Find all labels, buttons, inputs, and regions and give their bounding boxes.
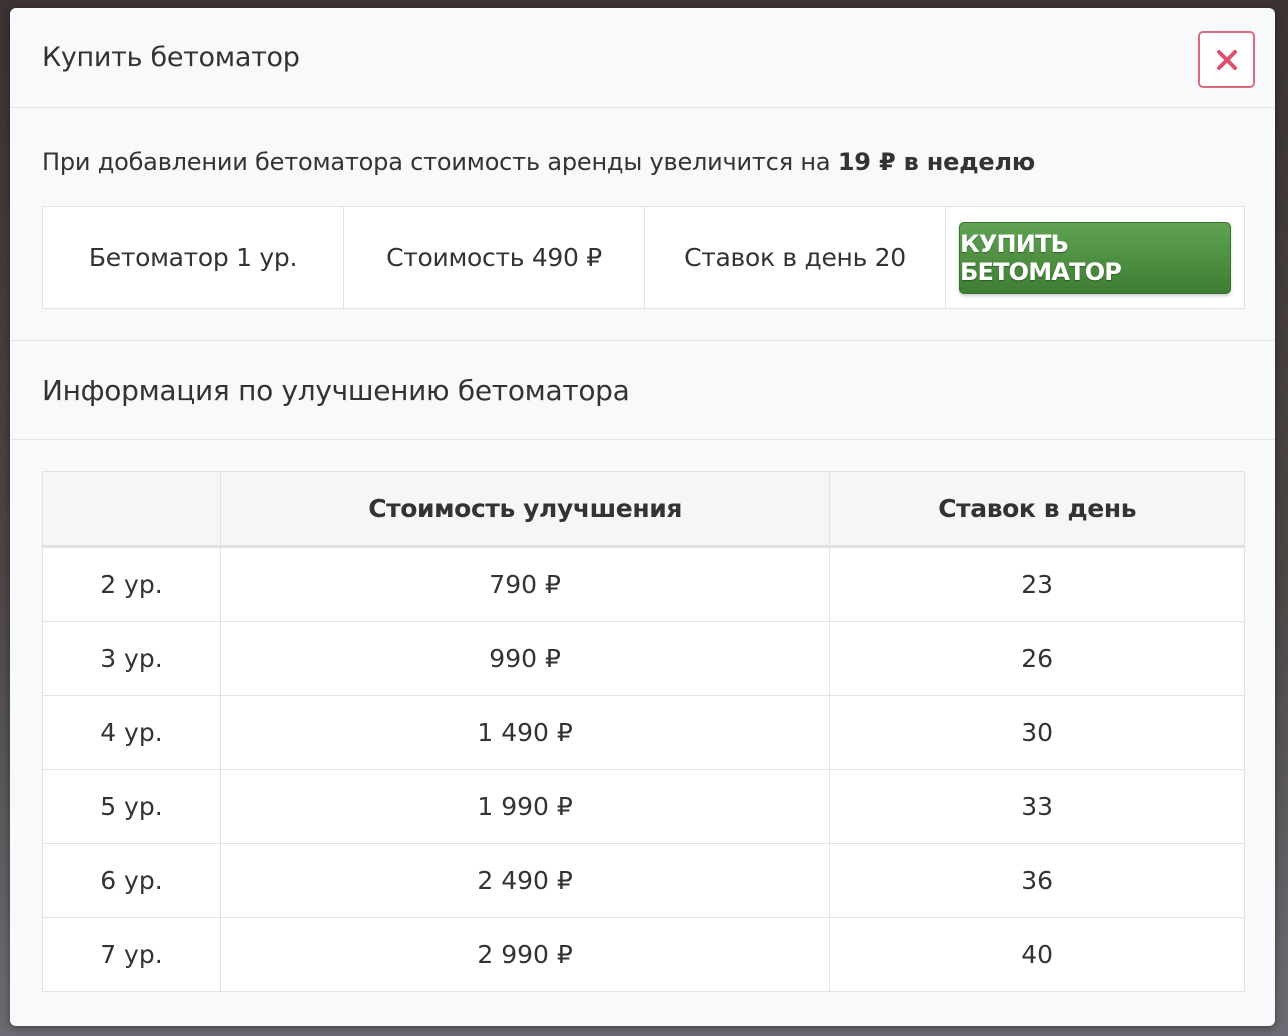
row-bets-per-day: 23 [829,546,1245,622]
row-level: 5 ур. [42,769,221,844]
table-row: 5 ур. 1 990 ₽ 33 [42,769,1245,844]
section-divider [10,340,1275,341]
modal-header: Купить бетоматор [10,8,1275,108]
upgrade-info-title: Информация по улучшению бетоматора [42,374,630,407]
row-bets-per-day: 36 [829,843,1245,918]
table-row: 3 ур. 990 ₽ 26 [42,621,1245,696]
header-level [42,471,221,548]
buy-mixer-button[interactable]: Купить бетоматор [959,221,1231,294]
header-bets-per-day: Ставок в день [829,471,1245,548]
table-row: 7 ур. 2 990 ₽ 40 [42,917,1245,992]
rent-increase-notice: При добавлении бетоматора стоимость арен… [42,148,1035,176]
row-bets-per-day: 33 [829,769,1245,844]
header-upgrade-cost: Стоимость улучшения [219,471,831,548]
row-level: 3 ур. [42,621,221,696]
buy-panel: Бетоматор 1 ур. Стоимость 490 ₽ Ставок в… [42,206,1245,309]
upgrade-table: Стоимость улучшения Ставок в день 2 ур. … [42,471,1245,992]
row-upgrade-cost: 1 990 ₽ [219,769,831,844]
section-divider [10,439,1275,440]
row-level: 4 ур. [42,695,221,770]
notice-amount: 19 ₽ в неделю [837,148,1035,176]
modal-title: Купить бетоматор [42,42,300,73]
mixer-cost: Стоимость 490 ₽ [344,207,645,308]
buy-concrete-mixer-modal: Купить бетоматор При добавлении бетомато… [10,8,1275,1026]
row-bets-per-day: 26 [829,621,1245,696]
row-upgrade-cost: 2 990 ₽ [219,917,831,992]
row-level: 7 ур. [42,917,221,992]
row-level: 6 ур. [42,843,221,918]
mixer-level: Бетоматор 1 ур. [43,207,344,308]
close-icon [1216,49,1238,71]
mixer-bets-per-day: Ставок в день 20 [645,207,946,308]
table-row: 2 ур. 790 ₽ 23 [42,546,1245,622]
buy-button-cell: Купить бетоматор [946,207,1244,308]
row-upgrade-cost: 790 ₽ [219,546,831,622]
row-level: 2 ур. [42,546,221,622]
table-row: 6 ур. 2 490 ₽ 36 [42,843,1245,918]
row-bets-per-day: 40 [829,917,1245,992]
notice-text: При добавлении бетоматора стоимость арен… [42,148,831,176]
table-header-row: Стоимость улучшения Ставок в день [42,471,1245,548]
row-bets-per-day: 30 [829,695,1245,770]
row-upgrade-cost: 990 ₽ [219,621,831,696]
table-row: 4 ур. 1 490 ₽ 30 [42,695,1245,770]
row-upgrade-cost: 2 490 ₽ [219,843,831,918]
row-upgrade-cost: 1 490 ₽ [219,695,831,770]
close-button[interactable] [1198,31,1255,88]
